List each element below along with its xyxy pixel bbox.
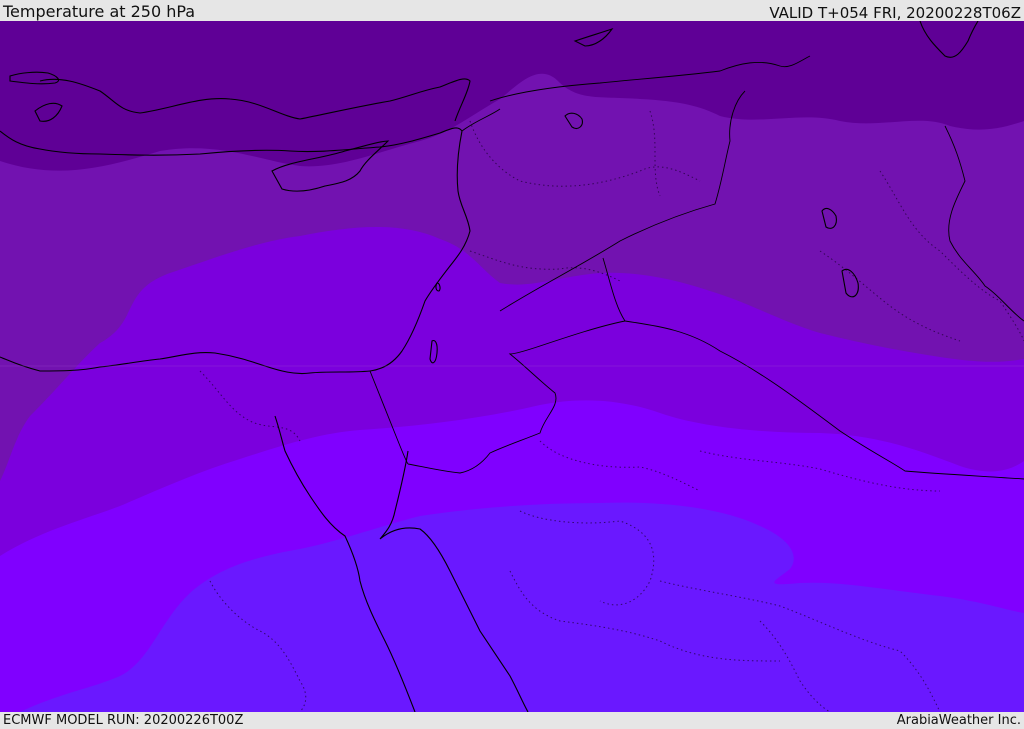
model-run-label: ECMWF MODEL RUN: 20200226T00Z <box>3 713 244 728</box>
header-bar: Temperature at 250 hPa VALID T+054 FRI, … <box>0 0 1024 21</box>
valid-time: VALID T+054 FRI, 20200228T06Z <box>769 4 1021 22</box>
footer-bar: ECMWF MODEL RUN: 20200226T00Z ArabiaWeat… <box>0 712 1024 729</box>
map-canvas <box>0 21 1024 712</box>
weather-map-page: Temperature at 250 hPa VALID T+054 FRI, … <box>0 0 1024 729</box>
temperature-map <box>0 21 1024 712</box>
map-title: Temperature at 250 hPa <box>3 2 196 21</box>
credit-label: ArabiaWeather Inc. <box>896 713 1021 728</box>
